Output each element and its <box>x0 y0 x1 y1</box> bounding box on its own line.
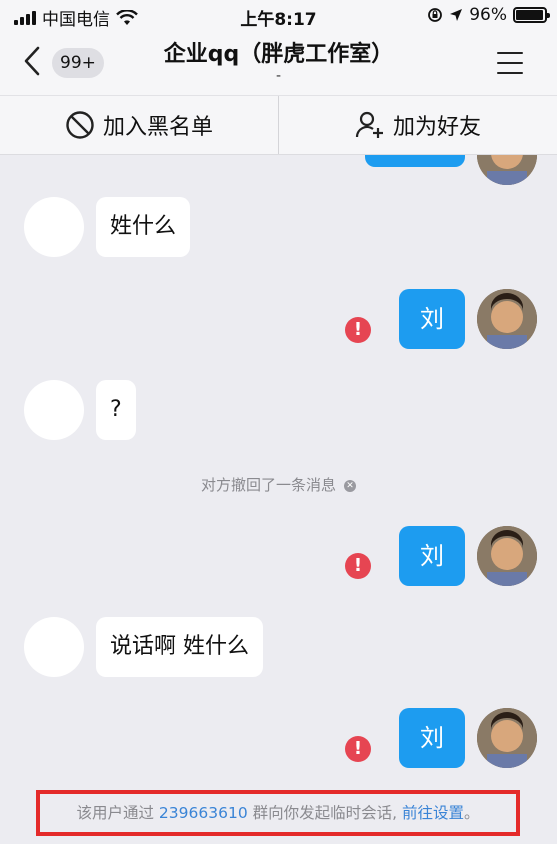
add-friend-icon <box>355 111 383 138</box>
battery-fill <box>516 10 543 20</box>
recall-notice: 对方撤回了一条消息 ✕ <box>0 474 557 495</box>
message-bubble-received[interactable]: ? <box>96 380 136 440</box>
battery-percent: 96% <box>469 5 507 25</box>
temporary-session-notice: 该用户通过 239663610 群向你发起临时会话, 前往设置。 <box>36 790 520 836</box>
send-failed-icon[interactable]: ! <box>345 317 371 343</box>
add-to-blacklist-button[interactable]: 加入黑名单 <box>0 96 278 154</box>
chat-title: 企业qq（胖虎工作室） <box>163 42 394 67</box>
notice-prefix: 该用户通过 <box>76 804 154 822</box>
self-avatar[interactable] <box>477 289 537 349</box>
message-bubble-partial[interactable] <box>365 155 465 167</box>
send-failed-icon[interactable]: ! <box>345 553 371 579</box>
recall-notice-text: 对方撤回了一条消息 <box>200 476 336 494</box>
child-photo-icon <box>477 708 537 768</box>
child-photo-icon <box>477 289 537 349</box>
contact-avatar[interactable] <box>24 197 84 257</box>
contact-avatar[interactable] <box>24 380 84 440</box>
message-bubble-sent[interactable]: 刘 <box>399 526 465 586</box>
chat-message-list[interactable]: 姓什么 ! 刘 ? 对方撤回了一条消息 ✕ ! 刘 说话啊 姓什么 ! 刘 <box>0 155 557 789</box>
self-avatar[interactable] <box>477 708 537 768</box>
add-friend-label: 加为好友 <box>392 115 481 140</box>
blacklist-label: 加入黑名单 <box>102 115 213 140</box>
status-bar: 中国电信 上午8:17 96% <box>0 0 557 30</box>
self-avatar[interactable] <box>477 155 537 185</box>
message-bubble-received[interactable]: 姓什么 <box>96 197 191 257</box>
message-bubble-sent[interactable]: 刘 <box>399 289 465 349</box>
send-failed-icon[interactable]: ! <box>345 736 371 762</box>
block-icon <box>66 111 94 139</box>
child-photo-icon <box>477 155 537 185</box>
group-number-link[interactable]: 239663610 <box>159 804 248 822</box>
chat-subtitle: - <box>275 68 282 84</box>
location-icon <box>450 9 463 21</box>
add-friend-button[interactable]: 加为好友 <box>279 96 557 154</box>
status-right: 96% <box>427 5 550 25</box>
notice-suffix: 。 <box>464 804 480 822</box>
self-avatar[interactable] <box>477 526 537 586</box>
action-bar: 加入黑名单 加为好友 <box>0 95 557 155</box>
battery-icon <box>513 7 550 23</box>
nav-bar: 99+ 企业qq（胖虎工作室） - <box>0 30 557 95</box>
go-to-settings-link[interactable]: 前往设置 <box>402 804 464 822</box>
child-photo-icon <box>477 526 537 586</box>
notice-middle: 群向你发起临时会话, <box>252 804 398 822</box>
orientation-lock-icon <box>428 8 443 22</box>
menu-icon[interactable] <box>497 52 523 74</box>
message-bubble-received[interactable]: 说话啊 姓什么 <box>96 617 263 677</box>
message-bubble-sent[interactable]: 刘 <box>399 708 465 768</box>
contact-avatar[interactable] <box>24 617 84 677</box>
close-icon[interactable]: ✕ <box>344 479 356 492</box>
